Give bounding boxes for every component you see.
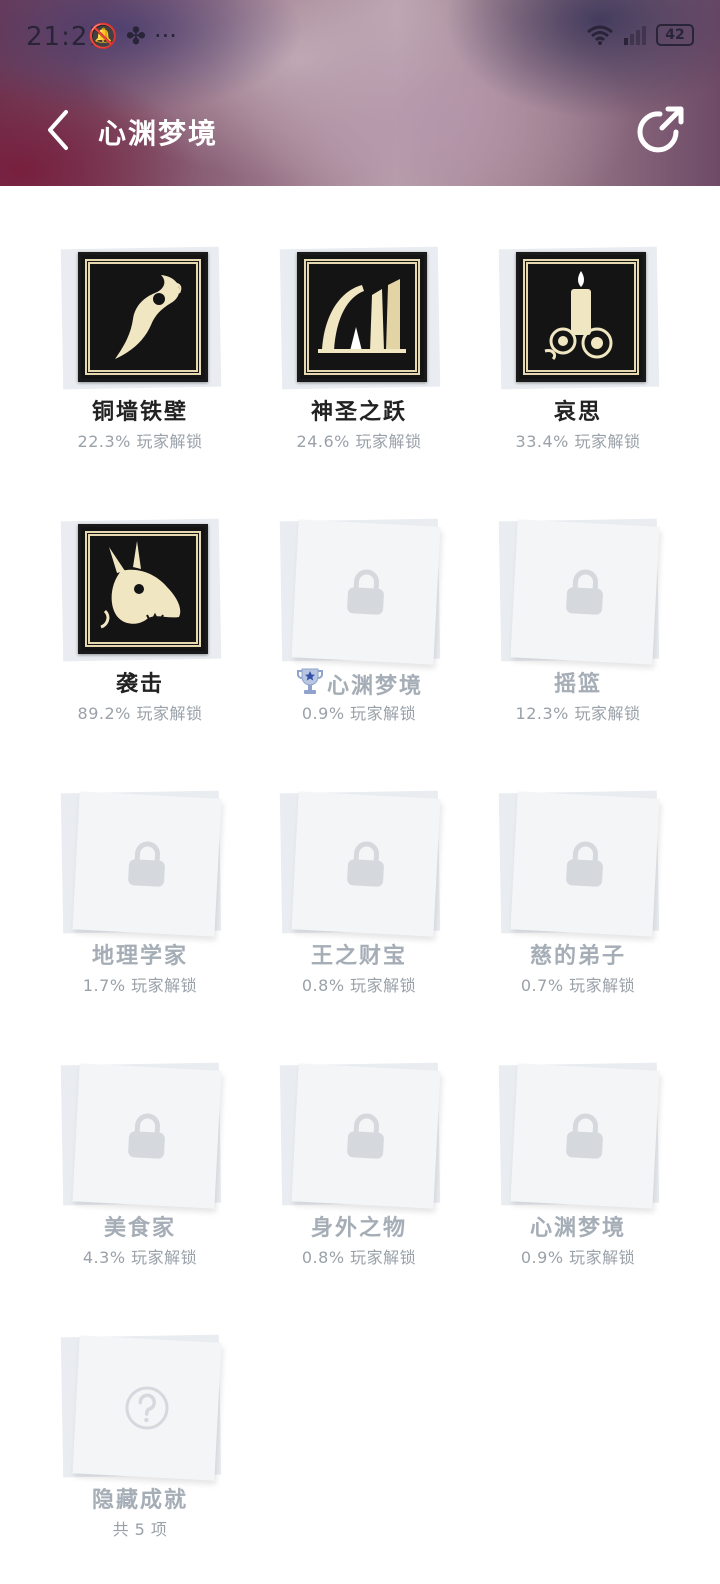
achievement-card[interactable]: 袭击 89.2% 玩家解锁 [40,508,240,768]
trophy-icon [296,668,323,694]
lock-icon [347,1113,384,1159]
achievement-name: 王之财宝 [310,943,407,969]
achievement-tile [60,246,222,398]
achievement-stat: 24.6% 玩家解锁 [296,432,422,451]
achievement-name: 心渊梦境 [529,1215,626,1241]
lock-icon [566,1113,603,1159]
question-icon [125,1386,169,1430]
achievement-tile [279,246,441,398]
achievement-stat: 0.8% 玩家解锁 [301,976,417,995]
more-dots-icon: ··· [154,22,177,50]
achievement-tile [279,1062,441,1214]
achievement-stat: 0.7% 玩家解锁 [520,976,636,995]
status-left-icons: 🔕 ✤ ··· [88,22,185,50]
signal-icon [624,26,646,45]
pinwheel-icon: ✤ [125,22,146,50]
achievement-tile [279,518,441,670]
achievement-stat: 1.7% 玩家解锁 [82,976,198,995]
achievement-tile [498,790,660,942]
achievement-stat: 33.4% 玩家解锁 [515,432,641,451]
share-button[interactable] [632,102,688,158]
achievement-card[interactable]: 王之财宝 0.8% 玩家解锁 [259,780,459,1040]
lock-icon [566,569,603,615]
achievement-name: 哀思 [553,399,602,425]
battery-indicator: 42 [656,24,694,46]
achievement-tile [60,1062,222,1214]
achievement-tile [498,246,660,398]
achievement-stat: 0.9% 玩家解锁 [520,1248,636,1267]
achievement-name: 铜墙铁壁 [91,399,188,425]
lock-icon [566,841,603,887]
achievement-stat: 共 5 项 [112,1520,168,1539]
back-button[interactable] [40,106,80,154]
mute-icon: 🔕 [88,22,118,50]
status-right: 42 [586,24,694,46]
dragon-head-emblem-icon [78,524,208,654]
achievement-card[interactable]: 心渊梦境 0.9% 玩家解锁 [478,1052,678,1312]
header: 21:21 🔕 ✤ ··· 42 心渊梦境 [0,0,720,186]
achievement-tile [60,1334,222,1486]
status-bar: 21:21 🔕 ✤ ··· 42 [0,18,720,58]
achievement-card[interactable]: 哀思 33.4% 玩家解锁 [478,236,678,496]
achievement-card[interactable]: 铜墙铁壁 22.3% 玩家解锁 [40,236,240,496]
page-title: 心渊梦境 [98,117,219,150]
lock-icon [128,841,165,887]
achievement-name: 慈的弟子 [529,943,626,969]
achievement-name: 隐藏成就 [91,1487,188,1513]
lock-icon [347,841,384,887]
achievement-card[interactable]: 身外之物 0.8% 玩家解锁 [259,1052,459,1312]
achievement-stat: 89.2% 玩家解锁 [77,704,203,723]
achievement-name: 神圣之跃 [310,399,407,425]
achievement-name: 身外之物 [310,1215,407,1241]
achievement-card[interactable]: 地理学家 1.7% 玩家解锁 [40,780,240,1040]
achievement-tile [498,518,660,670]
achievement-stat: 4.3% 玩家解锁 [82,1248,198,1267]
achievement-stat: 0.9% 玩家解锁 [301,704,417,723]
achievement-name-row: 心渊梦境 [259,666,459,700]
candle-roses-emblem-icon [516,252,646,382]
achievement-name: 袭击 [115,671,164,697]
achievement-card[interactable]: 心渊梦境 0.9% 玩家解锁 [259,508,459,768]
share-icon [637,106,684,153]
achievement-tile [498,1062,660,1214]
lock-icon [347,569,384,615]
achievement-name: 美食家 [103,1215,176,1241]
achievement-stat: 12.3% 玩家解锁 [515,704,641,723]
achievement-tile [60,518,222,670]
achievement-card[interactable]: 慈的弟子 0.7% 玩家解锁 [478,780,678,1040]
achievement-card[interactable]: 神圣之跃 24.6% 玩家解锁 [259,236,459,496]
achievement-name: 摇篮 [553,671,602,697]
arch-pillars-emblem-icon [297,252,427,382]
achievement-card[interactable]: 摇篮 12.3% 玩家解锁 [478,508,678,768]
hidden-achievements-card[interactable]: 隐藏成就 共 5 项 [40,1324,240,1584]
dragon-claw-emblem-icon [78,252,208,382]
chevron-left-icon [48,110,68,150]
achievement-name: 地理学家 [91,943,188,969]
achievement-card[interactable]: 美食家 4.3% 玩家解锁 [40,1052,240,1312]
achievement-stat: 22.3% 玩家解锁 [77,432,203,451]
achievement-grid: 铜墙铁壁 22.3% 玩家解锁 神圣之跃 24.6% 玩家解锁 哀思 33.4%… [0,186,720,1560]
achievement-stat: 0.8% 玩家解锁 [301,1248,417,1267]
lock-icon [128,1113,165,1159]
achievement-name: 心渊梦境 [326,673,423,699]
wifi-icon [587,25,613,45]
achievement-tile [279,790,441,942]
achievement-tile [60,790,222,942]
